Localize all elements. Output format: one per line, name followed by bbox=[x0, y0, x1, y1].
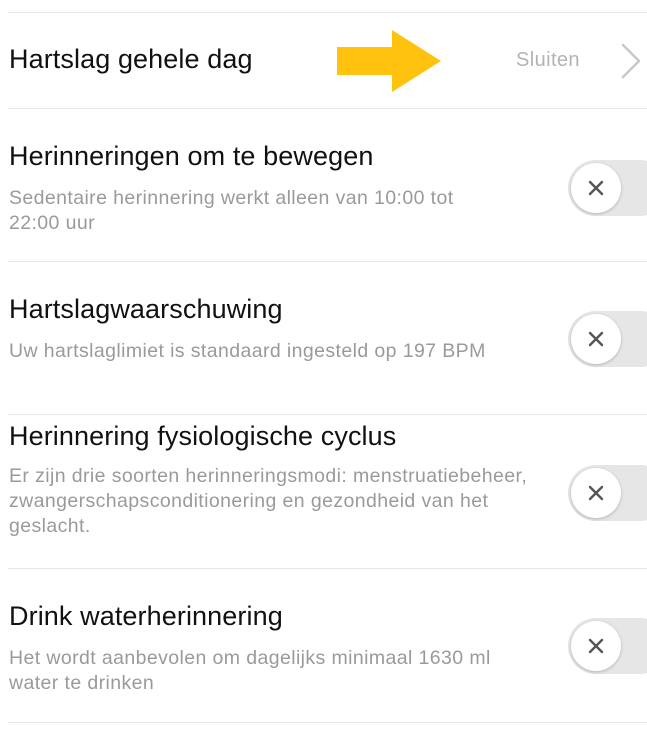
toggle-knob bbox=[571, 468, 621, 518]
water-reminder-toggle[interactable] bbox=[568, 618, 647, 674]
move-reminder-description: Sedentaire herinnering werkt alleen van … bbox=[9, 187, 454, 234]
close-icon bbox=[588, 331, 604, 347]
heart-rate-warning-row: Hartslagwaarschuwing Uw hartslaglimiet i… bbox=[0, 262, 647, 414]
move-reminder-toggle[interactable] bbox=[568, 160, 647, 216]
close-icon bbox=[588, 180, 604, 196]
close-icon bbox=[588, 485, 604, 501]
toggle-knob bbox=[571, 621, 621, 671]
close-icon bbox=[588, 638, 604, 654]
heart-rate-all-day-row[interactable]: Hartslag gehele dag Sluiten bbox=[0, 0, 647, 108]
water-reminder-description: Het wordt aanbevolen om dagelijks minima… bbox=[9, 647, 491, 694]
chevron-right-icon[interactable] bbox=[620, 43, 642, 79]
cycle-reminder-row: Herinnering fysiologische cyclus Er zijn… bbox=[0, 415, 647, 568]
heart-rate-warning-toggle[interactable] bbox=[568, 311, 647, 367]
cycle-reminder-title: Herinnering fysiologische cyclus bbox=[9, 421, 397, 451]
heart-rate-warning-description: Uw hartslaglimiet is standaard ingesteld… bbox=[9, 340, 486, 362]
move-reminder-row: Herinneringen om te bewegen Sedentaire h… bbox=[0, 109, 647, 261]
heart-rate-warning-title: Hartslagwaarschuwing bbox=[9, 294, 283, 324]
water-reminder-title: Drink waterherinnering bbox=[9, 601, 283, 631]
toggle-knob bbox=[571, 163, 621, 213]
heart-rate-all-day-title: Hartslag gehele dag bbox=[9, 44, 253, 74]
arrow-right-icon bbox=[337, 30, 441, 92]
cycle-reminder-description: Er zijn drie soorten herinneringsmodi: m… bbox=[9, 465, 528, 537]
water-reminder-row: Drink waterherinnering Het wordt aanbevo… bbox=[0, 569, 647, 721]
heart-rate-all-day-value: Sluiten bbox=[516, 49, 580, 71]
toggle-knob bbox=[571, 314, 621, 364]
cycle-reminder-toggle[interactable] bbox=[568, 465, 647, 521]
bottom-divider bbox=[8, 722, 647, 723]
move-reminder-title: Herinneringen om te bewegen bbox=[9, 141, 374, 171]
